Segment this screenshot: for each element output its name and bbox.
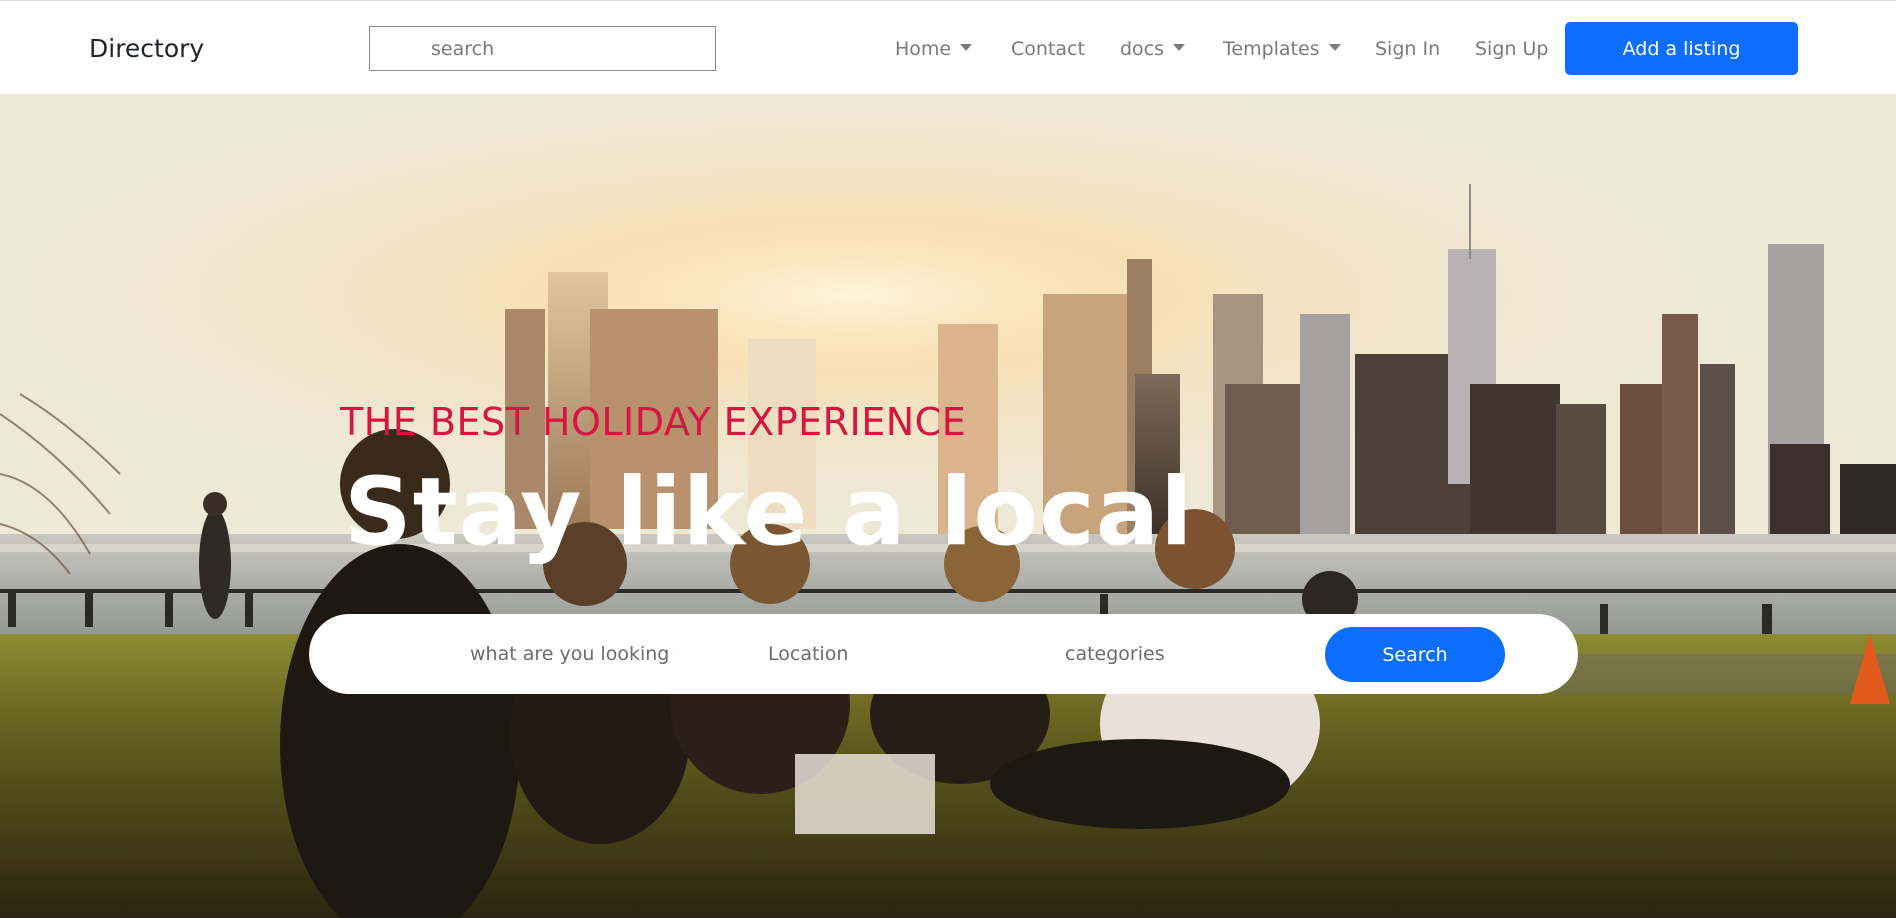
nav-templates-label: Templates (1223, 38, 1320, 60)
add-listing-button[interactable]: Add a listing (1565, 22, 1798, 75)
brand-logo[interactable]: Directory (89, 32, 204, 66)
hero-subtitle: THE BEST HOLIDAY EXPERIENCE (340, 400, 967, 444)
location-input[interactable] (768, 634, 1008, 674)
categories-input[interactable] (1065, 634, 1305, 674)
nav-templates-dropdown[interactable]: Templates (1223, 35, 1341, 63)
hero-section: THE BEST HOLIDAY EXPERIENCE Stay like a … (0, 94, 1896, 918)
hero-search-button[interactable]: Search (1325, 627, 1505, 682)
what-search-input[interactable] (470, 634, 676, 674)
caret-down-icon (1328, 44, 1341, 51)
hero-title: Stay like a local (344, 458, 1194, 567)
top-navbar: Directory Home Contact docs Templates Si… (0, 0, 1896, 94)
caret-down-icon (960, 44, 973, 51)
nav-home-dropdown[interactable]: Home (895, 35, 973, 63)
nav-sign-in-link[interactable]: Sign In (1375, 35, 1440, 63)
nav-search-input[interactable] (369, 26, 716, 71)
nav-sign-up-link[interactable]: Sign Up (1475, 35, 1548, 63)
nav-home-label: Home (895, 38, 952, 60)
nav-docs-label: docs (1120, 38, 1165, 60)
nav-docs-dropdown[interactable]: docs (1120, 35, 1186, 63)
hero-search-bar: Search (309, 614, 1578, 694)
caret-down-icon (1173, 44, 1186, 51)
nav-contact-link[interactable]: Contact (1011, 35, 1085, 63)
